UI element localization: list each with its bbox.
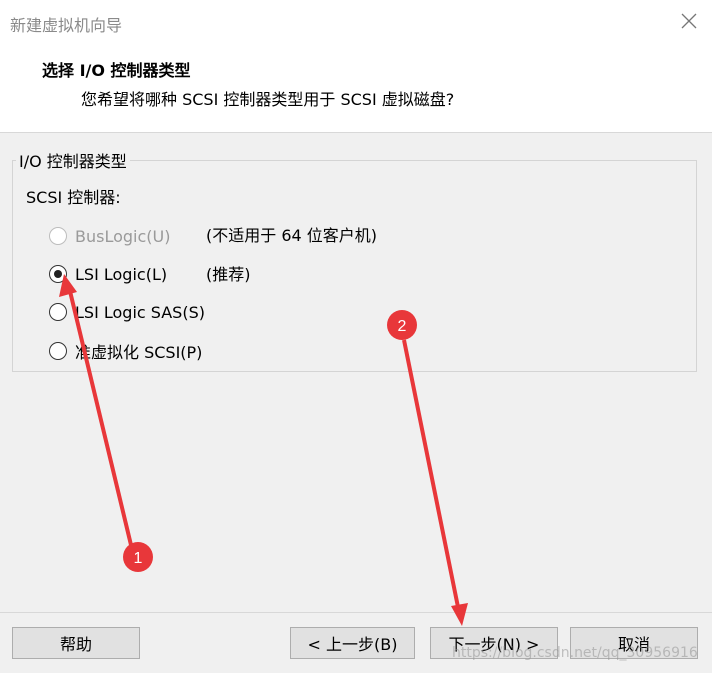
badge-1-label: 1: [134, 550, 143, 567]
radio-indicator[interactable]: [49, 342, 67, 360]
radio-indicator[interactable]: [49, 265, 67, 283]
arrow-2-icon: [402, 339, 461, 613]
radio-label-paravirtual-scsi: 准虚拟化 SCSI(P): [75, 343, 203, 362]
scsi-controller-label: SCSI 控制器:: [26, 188, 121, 207]
radio-lsi-logic-sas[interactable]: LSI Logic SAS(S): [49, 300, 205, 324]
radio-paravirtual-scsi[interactable]: 准虚拟化 SCSI(P): [49, 339, 202, 363]
group-legend: I/O 控制器类型: [16, 148, 130, 172]
radio-indicator[interactable]: [49, 227, 67, 245]
close-button[interactable]: [674, 6, 704, 36]
watermark: https://blog.csdn.net/qq_30956916: [452, 645, 698, 661]
wizard-header: 选择 I/O 控制器类型 您希望将哪种 SCSI 控制器类型用于 SCSI 虚拟…: [0, 44, 712, 133]
radio-label-lsi-logic: LSI Logic(L): [75, 264, 168, 284]
close-icon: [681, 13, 697, 29]
radio-lsi-logic[interactable]: LSI Logic(L): [49, 262, 167, 286]
window-title: 新建虚拟机向导: [10, 16, 123, 35]
page-subtitle: 您希望将哪种 SCSI 控制器类型用于 SCSI 虚拟磁盘?: [81, 90, 455, 109]
badge-1: [123, 542, 153, 572]
page-title: 选择 I/O 控制器类型: [42, 61, 191, 80]
footer-divider: [0, 612, 712, 613]
radio-label-buslogic: BusLogic(U): [75, 226, 171, 246]
radio-buslogic[interactable]: BusLogic(U): [49, 224, 170, 248]
arrow-2-head-icon: [451, 603, 468, 626]
help-button[interactable]: 帮助: [12, 627, 140, 659]
buslogic-note: (不适用于 64 位客户机): [206, 226, 378, 245]
radio-label-lsi-logic-sas: LSI Logic SAS(S): [75, 302, 205, 322]
recommended-note: (推荐): [206, 265, 251, 284]
radio-indicator[interactable]: [49, 303, 67, 321]
back-button[interactable]: < 上一步(B): [290, 627, 415, 659]
title-bar: 新建虚拟机向导: [0, 0, 712, 44]
